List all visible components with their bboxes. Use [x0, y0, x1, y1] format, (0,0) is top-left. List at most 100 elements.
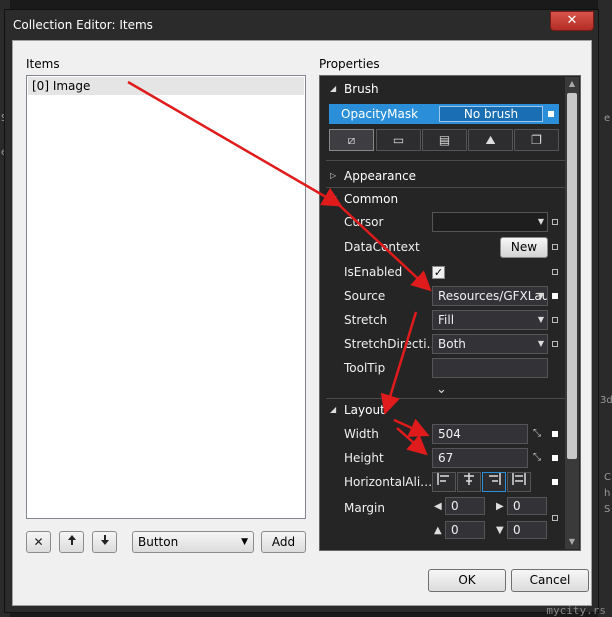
- property-marker[interactable]: [552, 244, 558, 250]
- move-down-button[interactable]: [92, 531, 117, 553]
- add-button[interactable]: Add: [261, 531, 306, 553]
- stretchdirection-value: Both: [438, 337, 466, 351]
- collapse-triangle-icon: ◢: [330, 405, 337, 414]
- collapse-triangle-icon: ◢: [330, 194, 337, 203]
- datacontext-label: DataContext: [344, 240, 420, 254]
- property-marker[interactable]: [552, 479, 558, 485]
- new-datacontext-button[interactable]: New: [500, 237, 548, 258]
- tooltip-field[interactable]: [432, 358, 548, 378]
- stretchdirection-label: StretchDirecti…: [344, 337, 439, 351]
- items-label: Items: [26, 57, 60, 71]
- height-label: Height: [344, 451, 384, 465]
- category-common[interactable]: ◢ Common: [320, 188, 566, 210]
- property-marker[interactable]: [552, 269, 558, 275]
- property-marker[interactable]: [552, 293, 558, 299]
- ok-button[interactable]: OK: [428, 569, 506, 592]
- expand-triangle-icon: ▷: [330, 171, 337, 180]
- category-appearance[interactable]: ▷ Appearance: [320, 165, 566, 187]
- opacitymask-row[interactable]: OpacityMask No brush: [329, 104, 559, 124]
- cursor-combo[interactable]: ▼: [432, 212, 548, 232]
- margin-left-icon: ◀: [434, 501, 442, 512]
- property-marker[interactable]: [552, 431, 558, 437]
- resource-brush-tab[interactable]: ❐: [514, 129, 559, 151]
- source-label: Source: [344, 289, 386, 303]
- tile-brush-tab[interactable]: ⛰: [468, 129, 513, 151]
- properties-label: Properties: [319, 57, 380, 71]
- margin-right-icon: ▶: [496, 501, 504, 512]
- advanced-options-marker[interactable]: [548, 111, 554, 117]
- category-label: Common: [344, 192, 399, 206]
- stretch-label: Stretch: [344, 313, 388, 327]
- background-right: [598, 0, 612, 617]
- solid-brush-tab[interactable]: ▭: [376, 129, 421, 151]
- window-title: Collection Editor: Items: [13, 18, 153, 32]
- arrow-down-icon: [100, 535, 109, 545]
- properties-panel: ◢ Brush OpacityMask No brush ⧄ ▭ ▤ ⛰ ❐ ▷…: [319, 75, 581, 551]
- source-combo[interactable]: Resources/GFXLau ▼: [432, 286, 548, 306]
- properties-scrollbar[interactable]: ▲ ▼: [565, 77, 579, 549]
- margin-right-field[interactable]: 0: [507, 497, 547, 515]
- gradient-brush-tab[interactable]: ▤: [422, 129, 467, 151]
- category-layout[interactable]: ◢ Layout: [320, 399, 566, 421]
- width-label: Width: [344, 427, 379, 441]
- close-button[interactable]: ✕: [550, 11, 594, 31]
- stretch-combo[interactable]: Fill ▼: [432, 310, 548, 330]
- horizontalalignment-label: HorizontalAli…: [344, 475, 433, 489]
- center-align-icon[interactable]: [457, 472, 481, 492]
- width-field[interactable]: 504: [432, 424, 528, 444]
- opacitymask-value[interactable]: No brush: [439, 106, 543, 122]
- dropdown-arrow-icon: ▼: [537, 315, 544, 324]
- remove-item-button[interactable]: ✕: [26, 531, 51, 553]
- property-marker[interactable]: [552, 455, 558, 461]
- scrollbar-thumb[interactable]: [567, 93, 577, 459]
- category-label: Brush: [344, 82, 379, 96]
- stretch-value: Fill: [438, 313, 455, 327]
- left-align-icon[interactable]: [432, 472, 456, 492]
- item-type-value: Button: [138, 535, 179, 549]
- right-align-icon[interactable]: [482, 472, 506, 492]
- margin-left-field[interactable]: 0: [445, 497, 485, 515]
- collection-editor-dialog: Collection Editor: Items ✕ Items [0] Ima…: [4, 9, 599, 613]
- property-marker[interactable]: [552, 341, 558, 347]
- scroll-up-icon[interactable]: ▲: [565, 77, 579, 91]
- category-label: Layout: [344, 403, 385, 417]
- item-type-combo[interactable]: Button ▼: [132, 531, 254, 553]
- watermark: mycity.rs: [546, 604, 606, 617]
- margin-top-field[interactable]: 0: [445, 521, 485, 539]
- margin-bottom-icon: ▼: [496, 525, 504, 536]
- stretchdirection-combo[interactable]: Both ▼: [432, 334, 548, 354]
- expand-more-icon[interactable]: ⌄: [436, 382, 447, 397]
- collapse-triangle-icon: ◢: [330, 84, 337, 93]
- dropdown-arrow-icon: ▼: [537, 339, 544, 348]
- no-brush-tab[interactable]: ⧄: [329, 129, 374, 151]
- background-text: S: [604, 504, 611, 515]
- property-marker[interactable]: [552, 515, 558, 521]
- background-text: 3d: [600, 395, 612, 406]
- property-marker[interactable]: [552, 219, 558, 225]
- list-item[interactable]: [0] Image: [28, 77, 304, 95]
- dropdown-arrow-icon: ▼: [537, 291, 544, 300]
- background-text: h: [604, 488, 611, 499]
- divider: [326, 160, 566, 161]
- category-brush[interactable]: ◢ Brush: [320, 78, 566, 100]
- set-auto-icon[interactable]: ⤡: [533, 452, 545, 464]
- title-bar[interactable]: Collection Editor: Items ✕: [5, 10, 598, 40]
- margin-top-icon: ▲: [434, 525, 442, 536]
- move-up-button[interactable]: [59, 531, 84, 553]
- dropdown-arrow-icon: ▼: [537, 217, 544, 226]
- dropdown-arrow-icon: ▼: [241, 537, 248, 547]
- cursor-label: Cursor: [344, 215, 384, 229]
- isenabled-checkbox[interactable]: ✓: [432, 266, 445, 279]
- items-list[interactable]: [0] Image: [26, 75, 306, 519]
- stretch-align-icon[interactable]: [507, 472, 531, 492]
- margin-bottom-field[interactable]: 0: [507, 521, 547, 539]
- isenabled-label: IsEnabled: [344, 265, 403, 279]
- arrow-up-icon: [67, 535, 76, 545]
- property-marker[interactable]: [552, 317, 558, 323]
- source-value: Resources/GFXLau: [438, 289, 548, 303]
- margin-label: Margin: [344, 501, 385, 515]
- cancel-button[interactable]: Cancel: [511, 569, 589, 592]
- height-field[interactable]: 67: [432, 448, 528, 468]
- scroll-down-icon[interactable]: ▼: [565, 535, 579, 549]
- set-auto-icon[interactable]: ⤡: [533, 428, 545, 440]
